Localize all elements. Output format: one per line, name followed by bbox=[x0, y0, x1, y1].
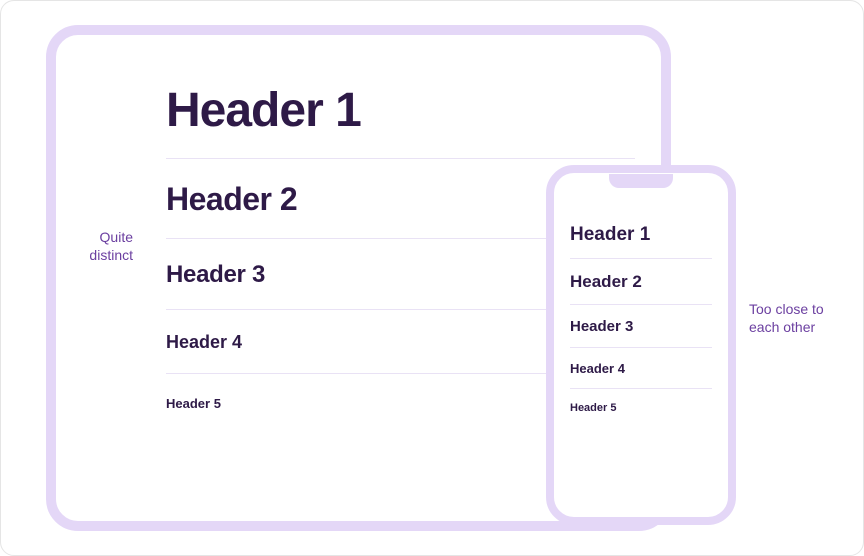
phone-h3-row: Header 3 bbox=[570, 305, 712, 347]
phone-device: Header 1 Header 2 Header 3 Header 4 Head… bbox=[546, 165, 736, 525]
annotation-too-close: Too close to each other bbox=[749, 301, 849, 336]
annotation-quite-distinct: Quite distinct bbox=[73, 229, 133, 264]
tablet-h1-row: Header 1 bbox=[166, 61, 635, 158]
phone-header-1: Header 1 bbox=[570, 224, 712, 246]
phone-h5-row: Header 5 bbox=[570, 389, 712, 426]
phone-h1-row: Header 1 bbox=[570, 211, 712, 258]
phone-header-2: Header 2 bbox=[570, 272, 712, 292]
phone-header-4: Header 4 bbox=[570, 361, 712, 376]
phone-h2-row: Header 2 bbox=[570, 259, 712, 304]
phone-content: Header 1 Header 2 Header 3 Header 4 Head… bbox=[570, 211, 712, 499]
tablet-header-1: Header 1 bbox=[166, 83, 635, 138]
phone-header-5: Header 5 bbox=[570, 402, 712, 414]
phone-header-3: Header 3 bbox=[570, 318, 712, 335]
diagram-stage: Header 1 Header 2 Header 3 Header 4 Head… bbox=[1, 1, 863, 555]
phone-h4-row: Header 4 bbox=[570, 348, 712, 388]
